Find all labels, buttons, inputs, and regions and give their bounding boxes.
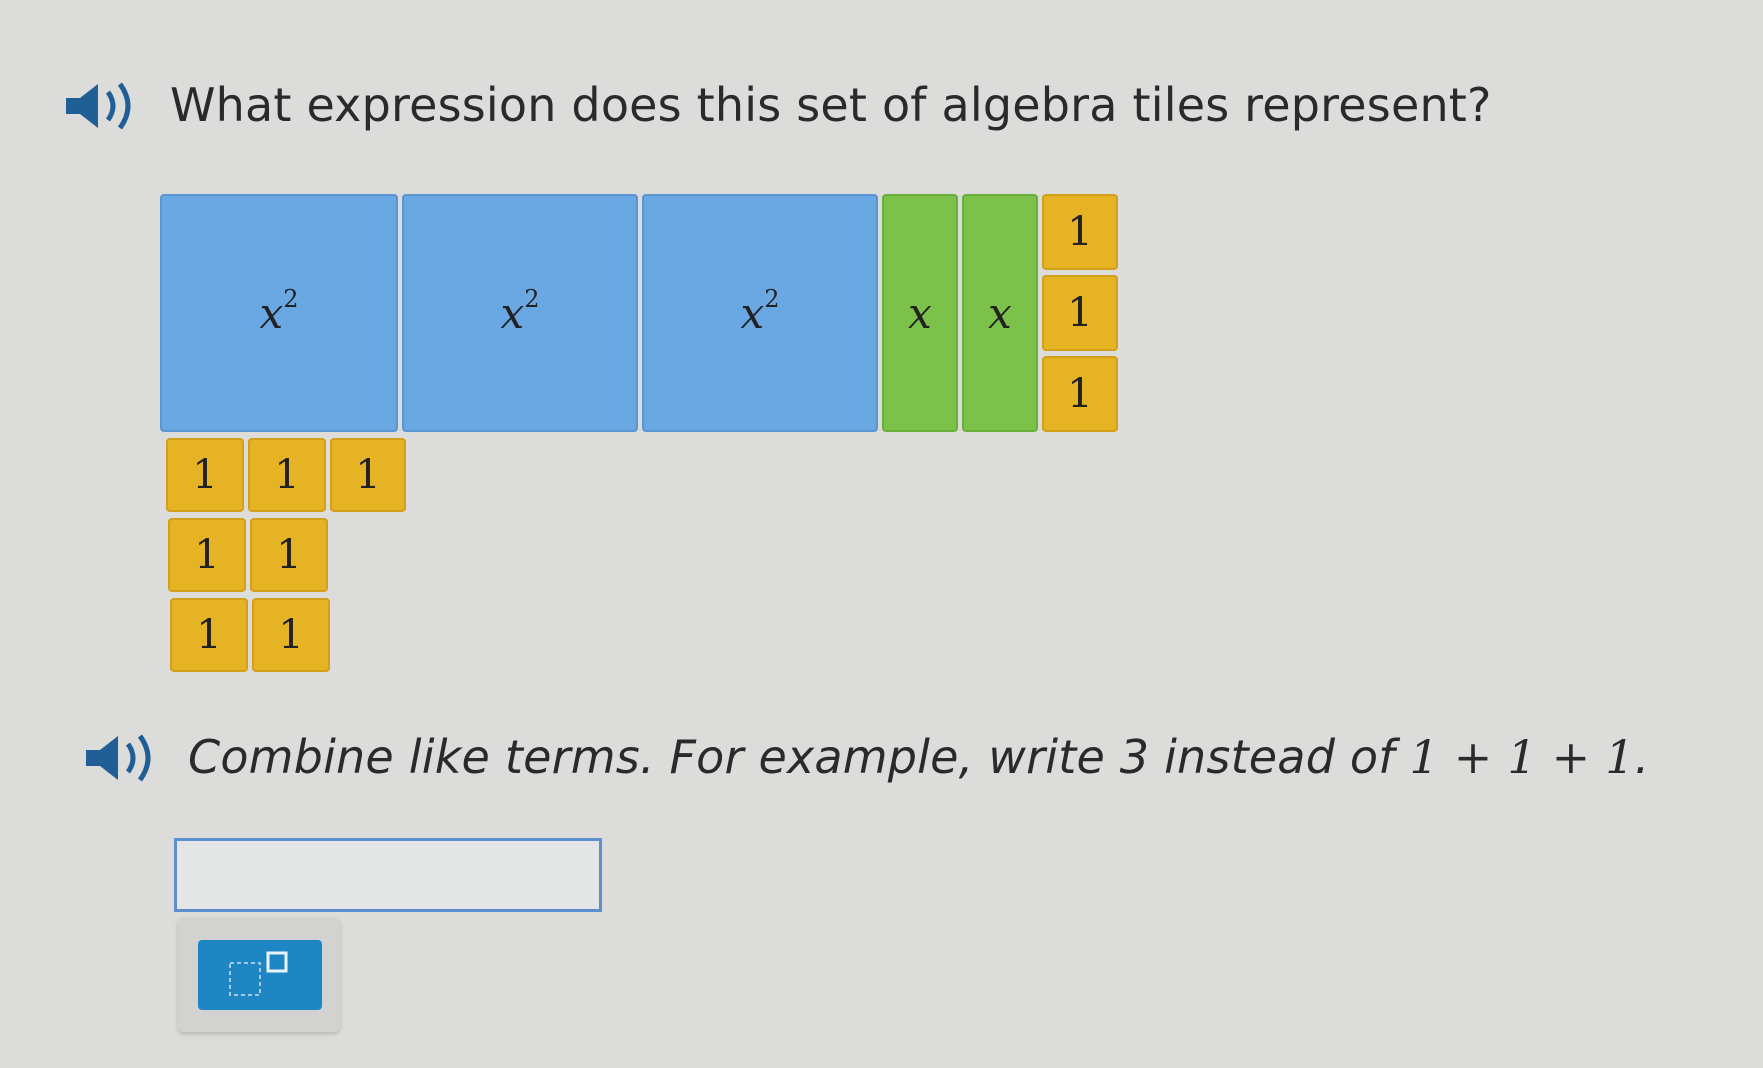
tile-label: 1 xyxy=(274,452,300,498)
tile-label: 1 xyxy=(278,612,304,658)
instruction-math: 1 + 1 + 1 xyxy=(1409,730,1635,784)
instruction-text-part: Combine like terms. For example, write 3… xyxy=(188,730,1410,784)
tile-label: 1 xyxy=(276,532,302,578)
answer-input[interactable] xyxy=(174,838,602,912)
speaker-glyph xyxy=(66,82,131,130)
unit-tile: 1 xyxy=(330,438,406,512)
tile-label: 1 xyxy=(355,452,381,498)
tile-label: 1 xyxy=(1067,209,1093,255)
x-squared-tile: x2 xyxy=(642,194,878,432)
tile-label: x2 xyxy=(259,284,299,338)
unit-tile: 1 xyxy=(250,518,328,592)
tile-label: 1 xyxy=(1067,371,1093,417)
tile-label: 1 xyxy=(196,612,222,658)
speaker-icon[interactable] xyxy=(82,730,166,786)
unit-tile: 1 xyxy=(1042,356,1118,432)
tile-label: 1 xyxy=(192,452,218,498)
exponent-button[interactable] xyxy=(198,940,322,1010)
tile-label: 1 xyxy=(1067,290,1093,336)
exponent-icon xyxy=(229,951,288,996)
unit-tile: 1 xyxy=(252,598,330,672)
unit-tile: 1 xyxy=(166,438,244,512)
unit-tile: 1 xyxy=(1042,194,1118,270)
question-text: What expression does this set of algebra… xyxy=(170,78,1492,132)
speaker-icon[interactable] xyxy=(62,78,146,134)
unit-tile: 1 xyxy=(170,598,248,672)
x-squared-tile: x2 xyxy=(402,194,638,432)
x-tile: x xyxy=(882,194,958,432)
x-tile: x xyxy=(962,194,1038,432)
unit-tile: 1 xyxy=(1042,275,1118,351)
tile-label: 1 xyxy=(194,532,220,578)
speaker-glyph xyxy=(86,734,151,782)
tile-label: x xyxy=(988,288,1012,338)
tile-label: x2 xyxy=(740,284,780,338)
x-squared-tile: x2 xyxy=(160,194,398,432)
unit-tile: 1 xyxy=(248,438,326,512)
tile-label: x2 xyxy=(500,284,540,338)
tile-label: x xyxy=(908,288,932,338)
instruction-text-end: . xyxy=(1634,730,1650,784)
unit-tile: 1 xyxy=(168,518,246,592)
instruction-text: Combine like terms. For example, write 3… xyxy=(188,730,1650,784)
